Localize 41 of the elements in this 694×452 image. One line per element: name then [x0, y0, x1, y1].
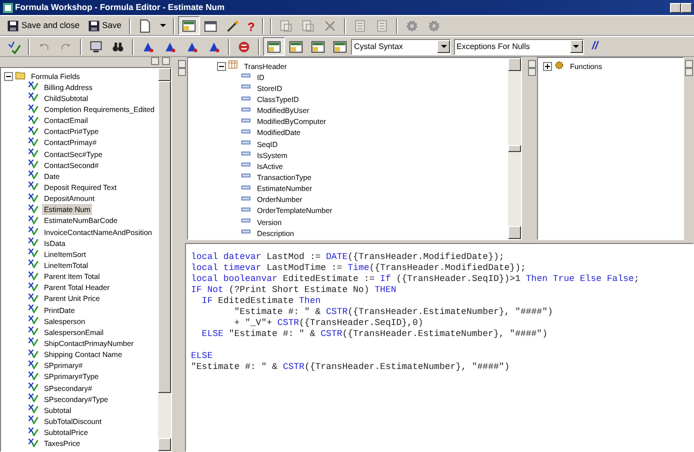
- code-keyword: local timevar: [191, 262, 262, 272]
- toolbar-button[interactable]: Save and close: [3, 16, 84, 35]
- code-text: ;: [634, 274, 640, 284]
- comment-button[interactable]: //: [586, 37, 604, 56]
- code-keyword: local datevar: [191, 252, 262, 262]
- code-keyword: CSTR: [282, 362, 304, 372]
- code-text: LastMod :=: [266, 252, 322, 262]
- help-button[interactable]: ?: [244, 16, 259, 35]
- code-text: ({TransHeader.ModifiedDate});: [369, 262, 526, 272]
- code-text: ({TransHeader.EstimateNumber}, "####"): [342, 328, 548, 338]
- code-text: ({TransHeader.EstimateNumber}, "####"): [304, 362, 510, 372]
- code-keyword: local booleanvar: [191, 274, 278, 284]
- code-text: + "_V"+: [233, 318, 274, 328]
- code-keyword: THEN: [374, 284, 396, 294]
- code-keyword: CSTR: [320, 328, 342, 338]
- code-keyword: Then True Else False: [526, 274, 634, 284]
- code-keyword: IF Not: [191, 284, 224, 294]
- code-keyword: Then: [299, 296, 321, 306]
- code-text: ({TransHeader.ModifiedDate});: [348, 252, 504, 262]
- code-keyword: IF: [200, 296, 213, 306]
- code-text: (?Print Short Estimate No): [228, 284, 370, 294]
- code-text: "Estimate #: " &: [228, 328, 316, 338]
- code-keyword: ELSE: [191, 350, 213, 360]
- code-keyword: CSTR: [277, 318, 300, 328]
- code-keyword: If: [380, 274, 391, 284]
- window-title: Formula Workshop - Formula Editor - Estimate Num: [15, 1, 225, 14]
- code-text: "Estimate #: " &: [233, 306, 322, 316]
- code-text: LastModTime :=: [266, 262, 344, 272]
- toolbar-button[interactable]: Save: [84, 16, 126, 35]
- code-keyword: ELSE: [200, 328, 224, 338]
- code-text: ({TransHeader.SeqID})>1: [395, 274, 522, 284]
- code-text: "Estimate #: " &: [191, 362, 278, 372]
- code-text: EditedEstimate :=: [282, 274, 376, 284]
- code-keyword: CSTR: [326, 306, 348, 316]
- code-keyword: Time: [348, 262, 370, 272]
- dropdown-field[interactable]: Cystal Syntax: [351, 38, 451, 54]
- code-keyword: DATE: [326, 252, 348, 262]
- code-text: EditedEstimate: [217, 296, 295, 306]
- dropdown-field[interactable]: Exceptions For Nulls: [454, 38, 584, 54]
- code-text: ({TransHeader.EstimateNumber}, "####"): [348, 306, 553, 316]
- code-text: ({TransHeader.SeqID},0): [299, 318, 424, 328]
